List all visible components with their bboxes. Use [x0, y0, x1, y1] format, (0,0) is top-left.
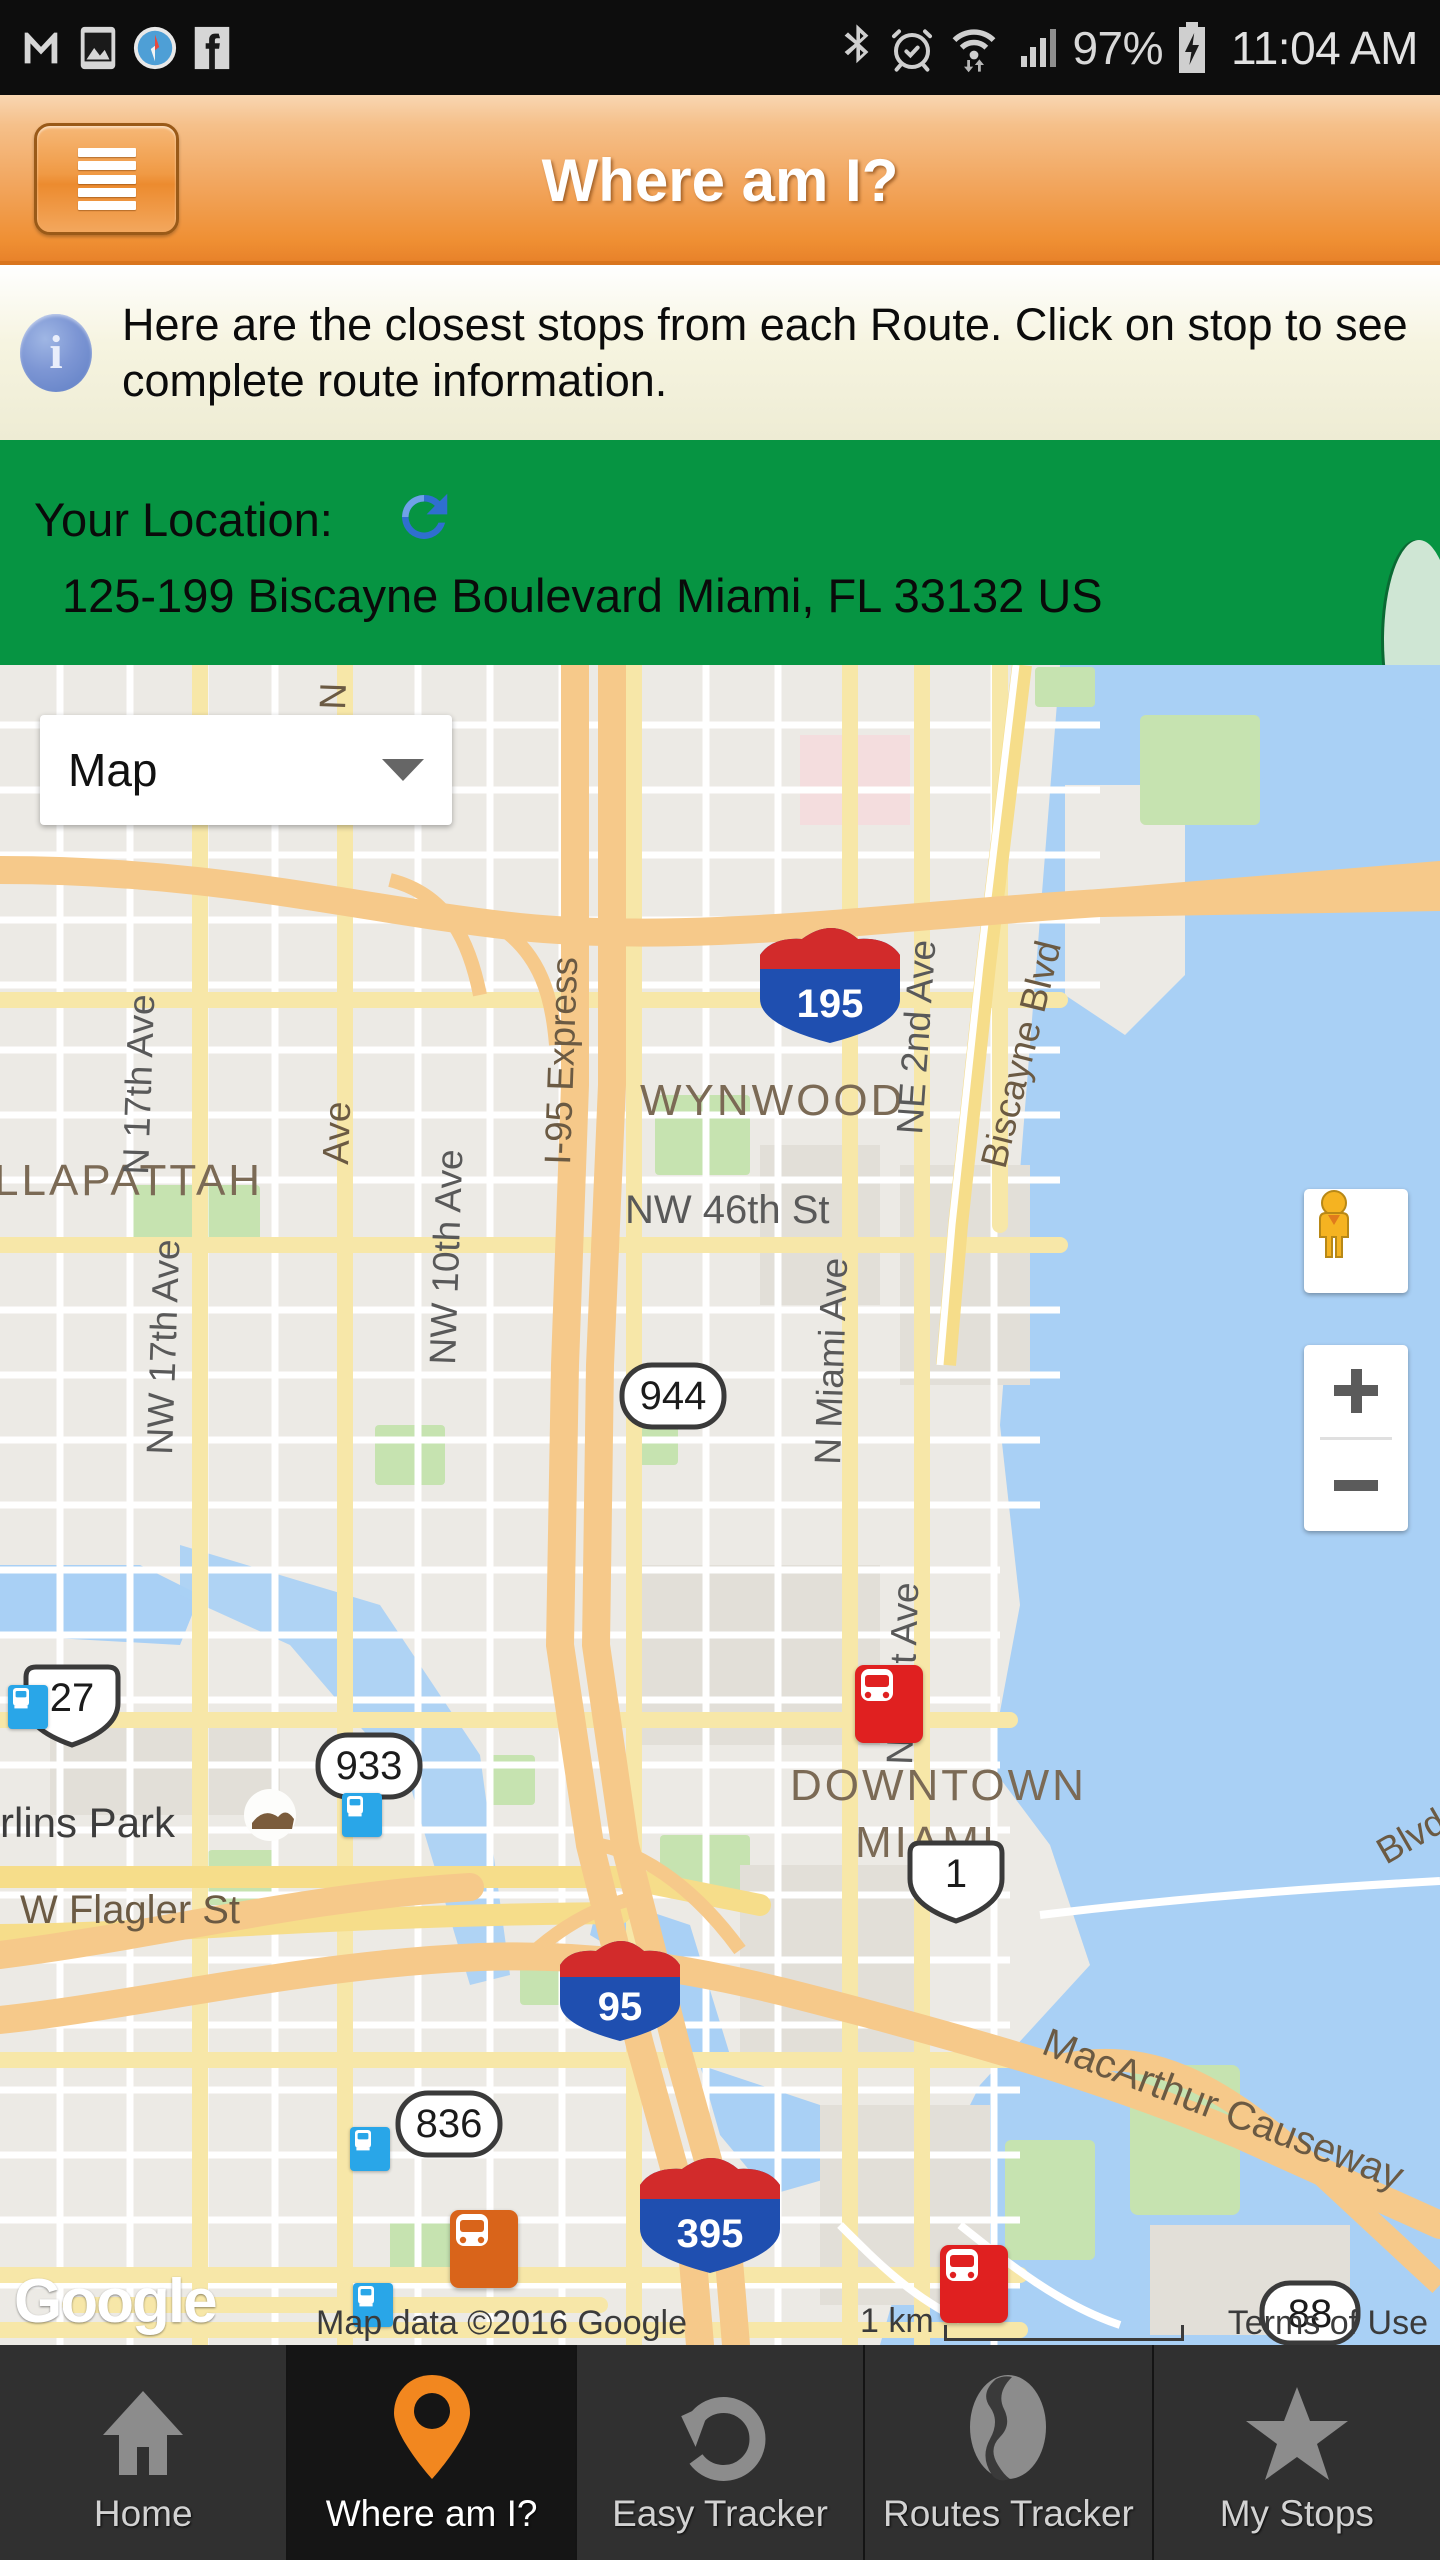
svg-text:W Flagler St: W Flagler St [20, 1888, 240, 1932]
bus-stop-marker[interactable] [450, 2210, 518, 2288]
gmail-icon [24, 32, 58, 63]
svg-text:NW 46th St: NW 46th St [625, 1188, 830, 1232]
info-banner: i Here are the closest stops from each R… [0, 265, 1440, 440]
nav-item-my-stops[interactable]: My Stops [1153, 2345, 1440, 2560]
facebook-icon [194, 26, 230, 69]
svg-text:195: 195 [797, 982, 864, 1026]
svg-text:NW 10th Ave: NW 10th Ave [422, 1149, 470, 1366]
status-bar: 97% 11:04 AM [0, 0, 1440, 95]
home-icon [93, 2371, 193, 2483]
signal-icon [1021, 28, 1057, 67]
map-scale: 1 km [860, 2302, 1184, 2341]
svg-text:95: 95 [598, 1985, 643, 2029]
bus-stop-marker[interactable] [855, 1665, 923, 1743]
photos-icon [80, 26, 116, 69]
street-view-pegman-button[interactable] [1304, 1189, 1408, 1293]
star-icon [1244, 2371, 1350, 2483]
location-bar: Your Location: 125-199 Biscayne Boulevar… [0, 440, 1440, 665]
zoom-controls[interactable] [1304, 1345, 1408, 1531]
location-bar-top-row: Your Location: [34, 486, 455, 553]
globe-icon [958, 2371, 1058, 2483]
nav-item-home[interactable]: Home [0, 2345, 289, 2560]
nav-item-routes-tracker[interactable]: Routes Tracker [865, 2345, 1154, 2560]
nav-label-routes-tracker: Routes Tracker [882, 2492, 1134, 2534]
location-address: 125-199 Biscayne Boulevard Miami, FL 331… [62, 569, 1103, 622]
map-view[interactable]: WYNWOOD LLAPATTAH DOWNTOWN MIAMI rlins P… [0, 665, 1440, 2345]
terms-of-use-link[interactable]: Terms of Use [1228, 2304, 1428, 2343]
info-icon: i [20, 313, 92, 392]
compass-icon [133, 26, 177, 69]
bottom-navigation: Home Where am I? Easy Tracker Routes Tra… [0, 2345, 1440, 2560]
nav-label-my-stops: My Stops [1219, 2492, 1374, 2534]
map-scale-bar [943, 2325, 1184, 2341]
svg-text:N 17th Ave: N 17th Ave [115, 994, 162, 1176]
alarm-icon [892, 28, 933, 72]
location-label: Your Location: [34, 493, 333, 546]
zoom-out-button[interactable] [1304, 1440, 1408, 1532]
map-data-attribution: Map data ©2016 Google [316, 2304, 687, 2342]
nav-item-easy-tracker[interactable]: Easy Tracker [576, 2345, 866, 2560]
status-bar-notification-icons [0, 25, 232, 71]
metro-stop-marker[interactable] [350, 2127, 390, 2171]
status-bar-system-icons: 97% 11:04 AM [838, 21, 1440, 75]
map-canvas: WYNWOOD LLAPATTAH DOWNTOWN MIAMI rlins P… [0, 665, 1440, 2345]
metro-stop-marker[interactable] [8, 1685, 48, 1729]
location-pin-icon [382, 2371, 482, 2483]
map-scale-label: 1 km [860, 2302, 934, 2340]
pegman-icon [1319, 1190, 1349, 1258]
svg-text:N: N [312, 682, 354, 710]
info-banner-text: Here are the closest stops from each Rou… [122, 298, 1408, 406]
svg-text:I-95 Express: I-95 Express [537, 956, 585, 1165]
svg-text:rlins Park: rlins Park [0, 1799, 176, 1846]
refresh-icon[interactable] [393, 486, 455, 553]
chevron-down-icon [382, 759, 424, 781]
svg-text:944: 944 [640, 1374, 707, 1418]
nav-label-easy-tracker: Easy Tracker [612, 2492, 828, 2534]
nav-label-where-am-i: Where am I? [325, 2492, 538, 2534]
app-header: Where am I? [0, 95, 1440, 265]
svg-text:933: 933 [336, 1744, 403, 1788]
location-bar-edge-decoration [1384, 540, 1440, 665]
svg-text:27: 27 [50, 1676, 95, 1720]
refresh-arrow-icon [670, 2371, 770, 2483]
wifi-icon [953, 28, 996, 72]
nav-item-where-am-i[interactable]: Where am I? [288, 2345, 577, 2560]
google-logo: Google [14, 2267, 218, 2336]
svg-text:DOWNTOWN: DOWNTOWN [790, 1761, 1087, 1810]
nav-label-home: Home [93, 2492, 193, 2534]
svg-text:395: 395 [677, 2212, 744, 2256]
map-type-selected-label: Map [68, 744, 158, 796]
bluetooth-icon [845, 23, 869, 63]
svg-text:N Miami Ave: N Miami Ave [807, 1257, 855, 1465]
battery-charging-icon [1179, 21, 1206, 73]
svg-text:WYNWOOD: WYNWOOD [640, 1076, 905, 1125]
svg-text:NW 17th Ave: NW 17th Ave [139, 1239, 187, 1456]
battery-percent-label: 97% [1072, 21, 1164, 74]
svg-text:1: 1 [945, 1852, 967, 1896]
page-title: Where am I? [541, 146, 899, 214]
svg-text:Ave: Ave [315, 1101, 358, 1165]
status-bar-clock: 11:04 AM [1231, 21, 1418, 74]
svg-text:836: 836 [416, 2102, 483, 2146]
map-type-selector[interactable]: Map [40, 715, 452, 825]
zoom-in-button[interactable] [1304, 1345, 1408, 1437]
metro-stop-marker[interactable] [342, 1793, 382, 1837]
